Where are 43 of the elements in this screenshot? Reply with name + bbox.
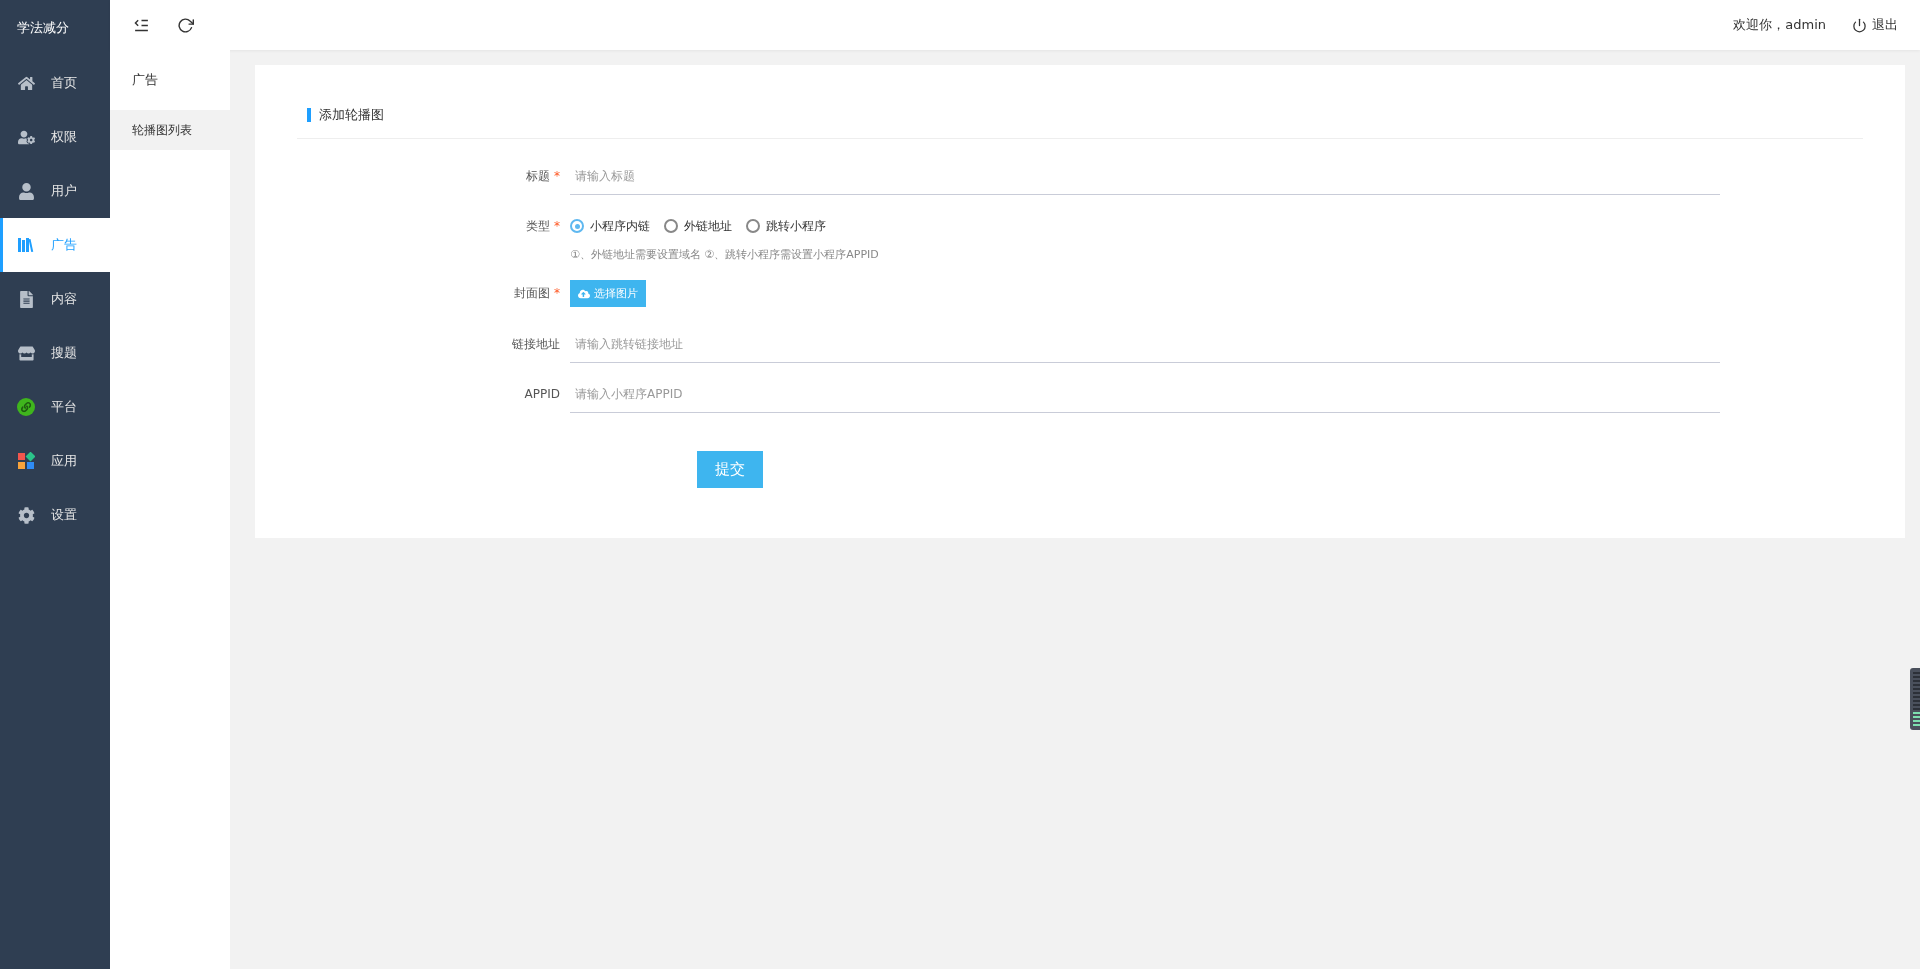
books-icon [17, 236, 35, 254]
document-icon [17, 290, 35, 308]
user-gear-icon [17, 128, 35, 146]
required-mark: * [554, 219, 560, 233]
sidebar-item[interactable]: 权限 [0, 110, 110, 164]
field-label-text: 链接地址 [512, 337, 560, 351]
settings-icon [17, 506, 35, 524]
field-label-text: 类型 [526, 219, 550, 233]
sidebar-item[interactable]: 应用 [0, 434, 110, 488]
logout-button[interactable]: 退出 [1852, 16, 1898, 34]
welcome-text: 欢迎你，admin [1733, 16, 1826, 34]
app-grid-icon [17, 452, 35, 470]
required-mark: * [554, 169, 560, 183]
radio-label: 外链地址 [684, 217, 732, 235]
sidebar-item[interactable]: 内容 [0, 272, 110, 326]
store-icon [17, 344, 35, 362]
power-icon [1852, 17, 1867, 33]
submenu-title: 广告 [131, 71, 159, 89]
hint-text: ①、外链地址需要设置域名 ②、跳转小程序需设置小程序APPID [570, 247, 880, 262]
radio-option[interactable]: 小程序内链 [570, 217, 650, 235]
radio-label: 跳转小程序 [766, 217, 826, 235]
home-icon [17, 74, 35, 92]
required-mark: * [554, 286, 560, 300]
card-title: 添加轮播图 [319, 105, 384, 124]
radio-option[interactable]: 跳转小程序 [746, 217, 826, 235]
cloud-upload-icon [578, 287, 590, 300]
sidebar-item[interactable]: 用户 [0, 164, 110, 218]
refresh-icon[interactable] [176, 16, 194, 34]
title-accent-bar [307, 107, 311, 122]
sidebar-item[interactable]: 设置 [0, 488, 110, 542]
sidebar-item[interactable]: 搜题 [0, 326, 110, 380]
link-circle-icon [17, 398, 35, 416]
sidebar-item[interactable]: 首页 [0, 56, 110, 110]
field-label-text: APPID [524, 387, 560, 401]
radio-option[interactable]: 外链地址 [664, 217, 732, 235]
sidebar-item[interactable]: 平台 [0, 380, 110, 434]
submenu-item[interactable]: 轮播图列表 [110, 110, 230, 150]
app-title: 学法减分 [16, 19, 70, 37]
side-meter-drawing[interactable] [1910, 668, 1920, 730]
field-label-text: 封面图 [514, 286, 550, 300]
user-icon [17, 182, 35, 200]
field-label-text: 标题 [526, 169, 550, 183]
radio-label: 小程序内链 [590, 217, 650, 235]
